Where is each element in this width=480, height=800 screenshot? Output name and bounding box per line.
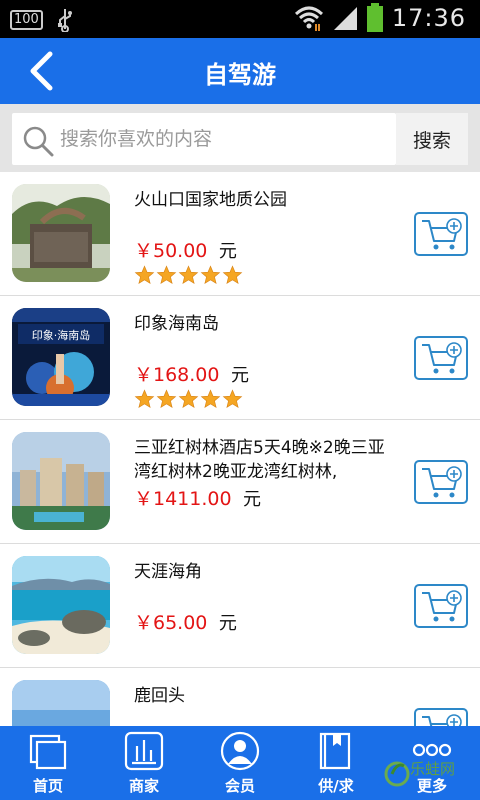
item-price-unit: 元 bbox=[218, 613, 237, 634]
item-price: ￥168.00 bbox=[134, 364, 220, 386]
battery-badge: 100 bbox=[10, 10, 43, 30]
star-icon bbox=[200, 265, 221, 285]
item-name: 天涯海角 bbox=[134, 562, 202, 582]
battery-icon bbox=[366, 3, 383, 32]
search-icon bbox=[23, 126, 54, 157]
add-to-cart-button[interactable] bbox=[414, 708, 468, 726]
clock: 17:36 bbox=[391, 4, 466, 32]
cart-add-icon bbox=[422, 714, 462, 726]
product-list: 火山口国家地质公园 ￥50.00 元 印象·海南岛 印象海南岛 ￥168.00 … bbox=[0, 172, 480, 726]
star-icon bbox=[134, 389, 155, 409]
status-bar: 100 17:36 bbox=[0, 0, 480, 38]
supply-book-icon bbox=[319, 732, 351, 770]
item-name: 火山口国家地质公园 bbox=[134, 190, 287, 210]
item-name: 三亚红树林酒店5天4晚※2晚三亚湾红树林2晚亚龙湾红树林, bbox=[134, 438, 385, 482]
signal-icon bbox=[333, 7, 357, 30]
rating-stars bbox=[134, 389, 243, 409]
item-price-unit: 元 bbox=[243, 489, 262, 510]
page-title: 自驾游 bbox=[204, 61, 276, 89]
list-item[interactable]: 鹿回头 bbox=[0, 668, 480, 726]
list-item[interactable]: 火山口国家地质公园 ￥50.00 元 bbox=[0, 172, 480, 296]
merchant-chart-icon bbox=[124, 731, 164, 771]
item-price: ￥65.00 bbox=[134, 612, 208, 634]
item-price-row: ￥168.00 元 bbox=[134, 360, 249, 387]
watermark-logo-icon bbox=[384, 761, 410, 787]
cart-add-icon bbox=[422, 342, 462, 374]
add-to-cart-button[interactable] bbox=[414, 584, 468, 628]
item-price-row: ￥65.00 元 bbox=[134, 608, 237, 635]
item-price-unit: 元 bbox=[218, 241, 237, 262]
nav-item-supply[interactable]: 供/求 bbox=[288, 726, 384, 800]
item-price: ￥1411.00 bbox=[134, 488, 232, 510]
thumb-caption: 印象·海南岛 bbox=[32, 328, 91, 342]
wifi-icon bbox=[294, 6, 323, 31]
nav-label: 商家 bbox=[128, 777, 159, 795]
nav-item-merchant[interactable]: 商家 bbox=[96, 726, 192, 800]
rating-stars bbox=[134, 265, 243, 285]
item-thumbnail: 印象·海南岛 bbox=[12, 308, 110, 406]
star-icon bbox=[200, 389, 221, 409]
list-item[interactable]: 天涯海角 ￥65.00 元 bbox=[0, 544, 480, 668]
search-input[interactable] bbox=[60, 113, 392, 165]
list-item[interactable]: 三亚红树林酒店5天4晚※2晚三亚湾红树林2晚亚龙湾红树林, ￥1411.00 元 bbox=[0, 420, 480, 544]
star-icon bbox=[178, 389, 199, 409]
star-icon bbox=[222, 265, 243, 285]
star-icon bbox=[134, 265, 155, 285]
item-thumbnail bbox=[12, 556, 110, 654]
home-pages-icon bbox=[29, 734, 67, 770]
search-button[interactable]: 搜索 bbox=[396, 113, 468, 165]
item-thumbnail bbox=[12, 184, 110, 282]
item-name: 印象海南岛 bbox=[134, 314, 219, 334]
watermark-text: 乐蛙网 bbox=[410, 760, 456, 778]
item-name: 鹿回头 bbox=[134, 686, 185, 706]
cart-add-icon bbox=[422, 466, 462, 498]
title-bar: 自驾游 bbox=[0, 38, 480, 104]
member-person-icon bbox=[220, 731, 260, 771]
star-icon bbox=[222, 389, 243, 409]
watermark: 乐蛙网 bbox=[384, 754, 472, 794]
search-box bbox=[12, 113, 396, 165]
add-to-cart-button[interactable] bbox=[414, 460, 468, 504]
item-thumbnail bbox=[12, 680, 110, 726]
nav-label: 会员 bbox=[224, 777, 255, 795]
search-bar: 搜索 bbox=[0, 104, 480, 172]
nav-label: 供/求 bbox=[318, 777, 354, 795]
item-price-row: ￥50.00 元 bbox=[134, 236, 237, 263]
item-price: ￥50.00 bbox=[134, 240, 208, 262]
star-icon bbox=[156, 389, 177, 409]
cart-add-icon bbox=[422, 218, 462, 250]
nav-item-member[interactable]: 会员 bbox=[192, 726, 288, 800]
item-thumbnail bbox=[12, 432, 110, 530]
add-to-cart-button[interactable] bbox=[414, 336, 468, 380]
nav-label: 首页 bbox=[32, 777, 63, 795]
usb-icon bbox=[57, 9, 72, 32]
cart-add-icon bbox=[422, 590, 462, 622]
list-item[interactable]: 印象·海南岛 印象海南岛 ￥168.00 元 bbox=[0, 296, 480, 420]
nav-item-home[interactable]: 首页 bbox=[0, 726, 96, 800]
item-price-unit: 元 bbox=[230, 365, 249, 386]
star-icon bbox=[178, 265, 199, 285]
star-icon bbox=[156, 265, 177, 285]
add-to-cart-button[interactable] bbox=[414, 212, 468, 256]
item-price-row: ￥1411.00 元 bbox=[134, 484, 261, 511]
